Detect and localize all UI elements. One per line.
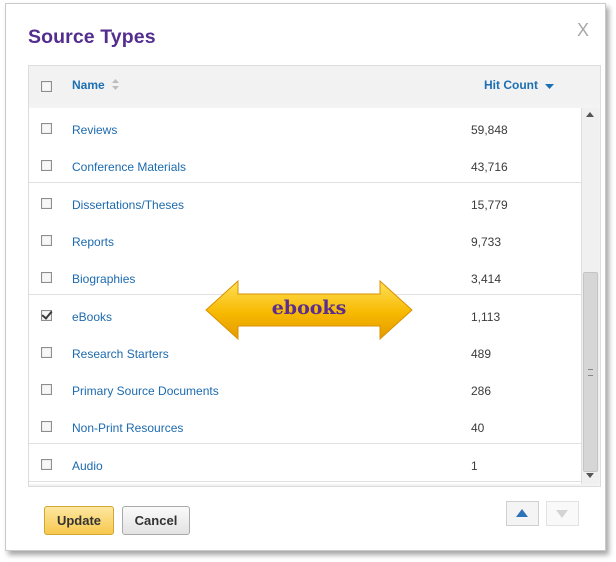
scrollbar-thumb[interactable] <box>583 272 598 472</box>
table-row[interactable]: Reports 9,733 <box>29 219 581 258</box>
update-button[interactable]: Update <box>44 506 114 535</box>
table-row[interactable]: Conference Materials 43,716 <box>29 145 581 184</box>
grip-icon <box>588 369 593 376</box>
table-row[interactable]: Non-Print Resources 40 <box>29 406 581 445</box>
source-type-link[interactable]: Audio <box>72 459 103 473</box>
move-up-button[interactable] <box>506 501 539 526</box>
row-checkbox[interactable] <box>41 458 52 470</box>
arrow-down-icon <box>556 510 568 518</box>
hit-count-column-header[interactable]: Hit Count <box>484 78 555 93</box>
caret-down-icon <box>545 79 555 93</box>
close-icon[interactable]: X <box>577 20 589 41</box>
source-type-link[interactable]: eBooks <box>72 310 112 324</box>
dialog-title: Source Types <box>28 26 156 48</box>
source-type-link[interactable]: Research Starters <box>72 347 169 361</box>
scroll-up-arrow-icon[interactable] <box>586 112 594 117</box>
hit-count-value: 3,414 <box>471 272 502 287</box>
row-checkbox[interactable] <box>41 384 52 396</box>
source-type-link[interactable]: Conference Materials <box>72 160 186 174</box>
sort-both-icon <box>112 79 120 93</box>
hit-count-value: 40 <box>471 421 485 436</box>
hit-count-value: 43,716 <box>471 160 508 175</box>
table-row[interactable]: Reviews 59,848 <box>29 108 581 146</box>
row-checkbox[interactable] <box>41 234 52 246</box>
table-row[interactable]: Audio 1 <box>29 443 581 482</box>
source-type-link[interactable]: Non-Print Resources <box>72 421 183 435</box>
ebooks-callout: ebooks <box>204 279 414 341</box>
hit-count-value: 1 <box>471 458 478 473</box>
name-column-label: Name <box>72 78 105 92</box>
move-down-button[interactable] <box>546 501 579 526</box>
table-row[interactable]: Dissertations/Theses 15,779 <box>29 182 581 221</box>
source-type-link[interactable]: Biographies <box>72 272 135 286</box>
hit-count-value: 9,733 <box>471 234 502 249</box>
source-types-table: Name Hit Count Reviews 59,848 Conference M… <box>28 65 601 487</box>
table-header: Name Hit Count <box>29 66 600 104</box>
arrow-up-icon <box>516 509 528 517</box>
table-row[interactable]: Primary Source Documents 286 <box>29 369 581 408</box>
row-checkbox[interactable] <box>41 123 52 134</box>
scroll-down-arrow-icon[interactable] <box>586 473 594 478</box>
row-checkbox[interactable] <box>41 197 52 209</box>
source-types-dialog: Source Types X Name Hit Count Reviews 59… <box>5 3 606 551</box>
row-checkbox[interactable] <box>41 272 52 284</box>
source-type-link[interactable]: Reports <box>72 235 114 249</box>
source-type-link[interactable]: Dissertations/Theses <box>72 198 184 212</box>
scrollbar[interactable] <box>581 108 599 484</box>
source-type-link[interactable]: Reviews <box>72 123 117 137</box>
hit-count-value: 286 <box>471 384 492 399</box>
hit-count-column-label: Hit Count <box>484 78 538 92</box>
row-checkbox[interactable] <box>41 309 52 321</box>
cancel-button[interactable]: Cancel <box>122 506 190 535</box>
row-checkbox[interactable] <box>41 421 52 433</box>
hit-count-value: 489 <box>471 346 492 361</box>
callout-label: ebooks <box>271 297 347 319</box>
select-all-checkbox[interactable] <box>41 81 52 92</box>
hit-count-value: 59,848 <box>471 123 508 137</box>
name-column-header[interactable]: Name <box>72 78 120 93</box>
source-type-link[interactable]: Primary Source Documents <box>72 384 219 398</box>
hit-count-value: 15,779 <box>471 197 508 212</box>
hit-count-value: 1,113 <box>471 309 501 324</box>
row-checkbox[interactable] <box>41 160 52 172</box>
row-checkbox[interactable] <box>41 346 52 358</box>
